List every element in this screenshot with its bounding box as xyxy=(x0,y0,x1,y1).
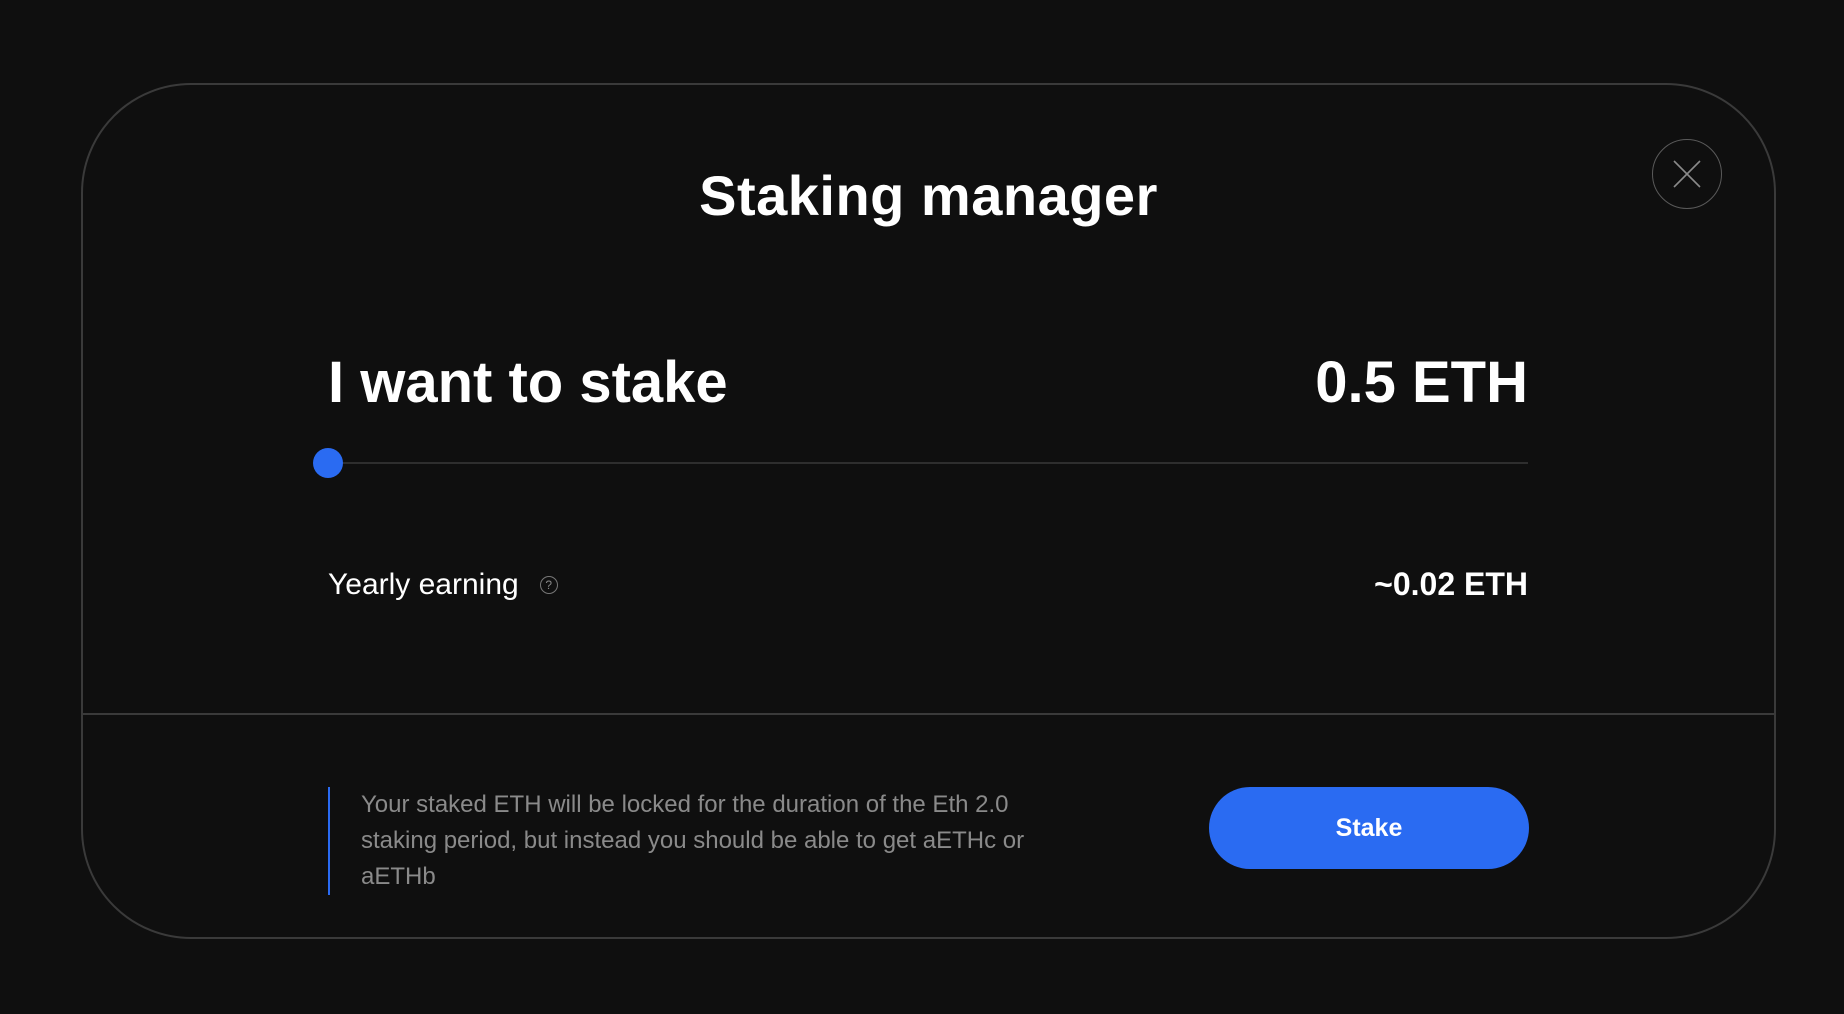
lock-notice: Your staked ETH will be locked for the d… xyxy=(328,787,1088,895)
footer-divider xyxy=(83,713,1774,715)
staking-manager-dialog: Staking manager I want to stake 0.5 ETH … xyxy=(81,83,1776,939)
stake-amount-slider[interactable] xyxy=(313,448,1528,478)
close-button[interactable] xyxy=(1652,139,1722,209)
yearly-earning-value: ~0.02 ETH xyxy=(1374,566,1528,602)
close-icon xyxy=(1673,160,1701,188)
stake-amount-row: I want to stake 0.5 ETH xyxy=(328,349,1528,416)
slider-thumb[interactable] xyxy=(313,448,343,478)
stake-button[interactable]: Stake xyxy=(1209,787,1529,869)
yearly-earning-row: Yearly earning ? ~0.02 ETH xyxy=(328,566,1528,603)
stake-amount-value: 0.5 ETH xyxy=(1315,350,1528,415)
yearly-earning-label: Yearly earning xyxy=(328,567,519,601)
slider-track[interactable] xyxy=(328,462,1528,464)
question-mark-icon[interactable]: ? xyxy=(539,575,558,594)
dialog-title: Staking manager xyxy=(699,164,1158,227)
yearly-earning-label-group: Yearly earning ? xyxy=(328,568,558,602)
stake-label: I want to stake xyxy=(328,350,728,415)
